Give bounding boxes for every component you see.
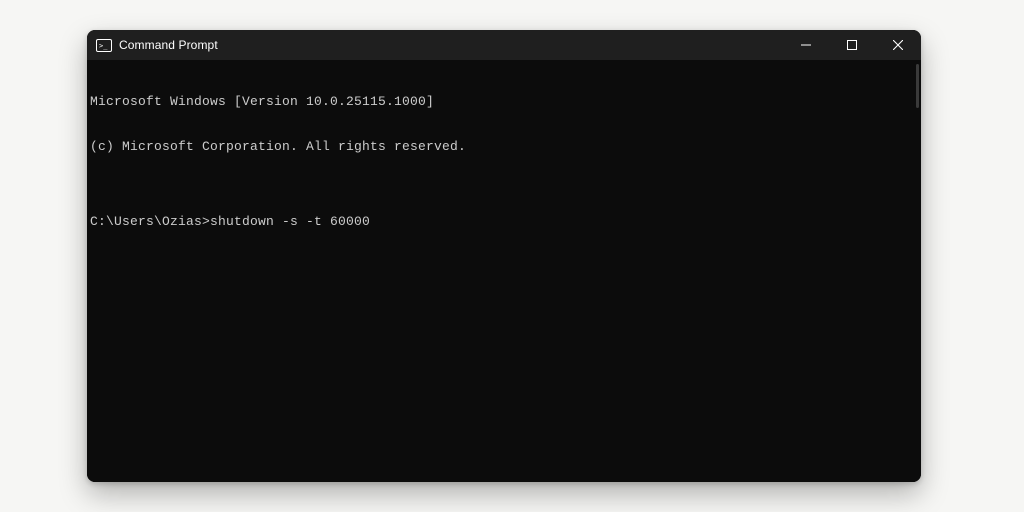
titlebar[interactable]: >_ Command Prompt	[87, 30, 921, 60]
entered-command: shutdown -s -t 60000	[210, 214, 370, 229]
banner-line: Microsoft Windows [Version 10.0.25115.10…	[90, 94, 915, 109]
maximize-button[interactable]	[829, 30, 875, 60]
close-button[interactable]	[875, 30, 921, 60]
prompt-path: C:\Users\Ozias>	[90, 214, 210, 229]
scrollbar-thumb[interactable]	[916, 64, 919, 108]
prompt-line: C:\Users\Ozias>shutdown -s -t 60000	[90, 214, 915, 229]
terminal-output[interactable]: Microsoft Windows [Version 10.0.25115.10…	[87, 60, 921, 482]
window-controls	[783, 30, 921, 60]
minimize-button[interactable]	[783, 30, 829, 60]
command-prompt-window: >_ Command Prompt Microsoft Windows [Ver…	[87, 30, 921, 482]
svg-text:>_: >_	[99, 42, 108, 50]
window-title: Command Prompt	[119, 38, 218, 52]
banner-line: (c) Microsoft Corporation. All rights re…	[90, 139, 915, 154]
cmd-icon: >_	[96, 37, 112, 53]
